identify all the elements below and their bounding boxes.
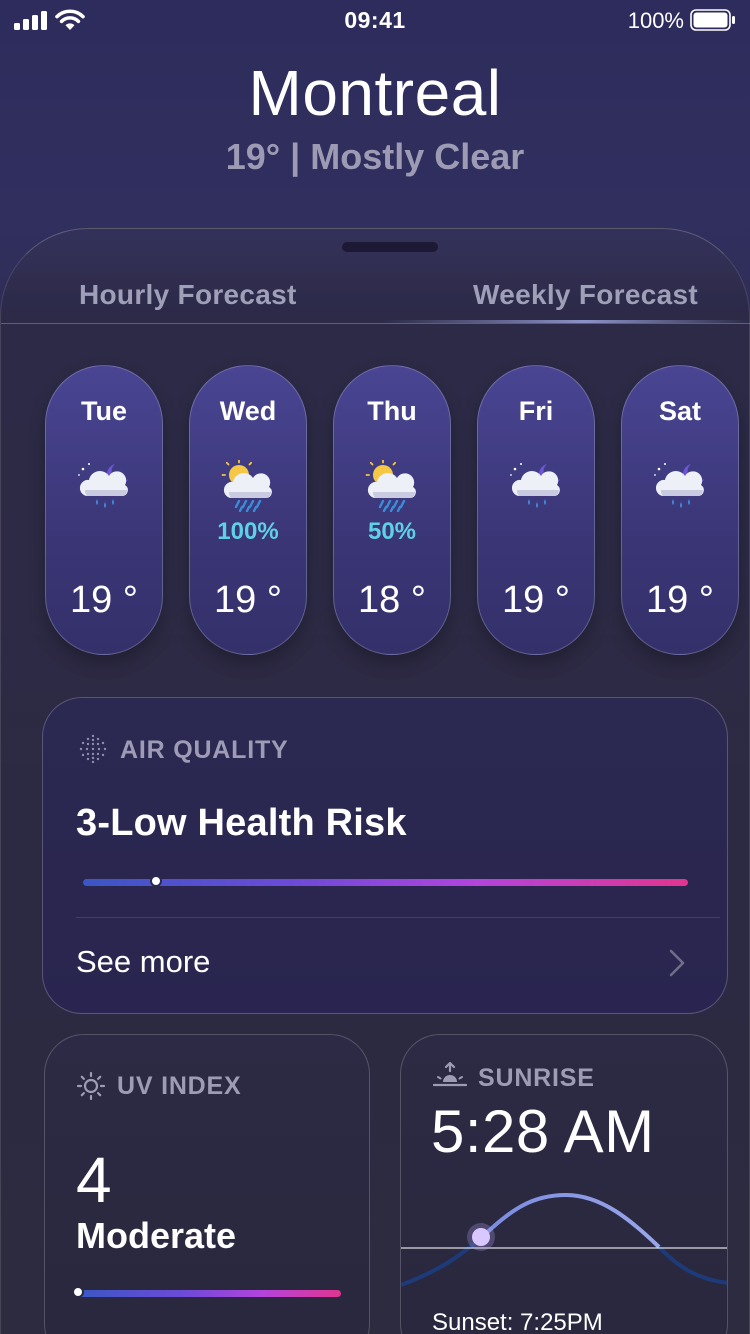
day-pill-sat[interactable]: Sat 19 ° — [621, 365, 739, 655]
sunset-time: Sunset: 7:25PM — [432, 1309, 603, 1334]
status-bar: 09:41 100% — [0, 0, 750, 40]
battery-percent: 100% — [627, 8, 684, 33]
air-quality-icon — [79, 734, 107, 764]
sun-icon — [76, 1071, 106, 1101]
battery-icon — [690, 9, 735, 31]
air-quality-scale-bar — [83, 879, 688, 886]
air-quality-card[interactable]: AIR QUALITY 3-Low Health Risk See more — [42, 697, 728, 1014]
moon-cloud-rain-icon — [78, 463, 128, 508]
tab-divider — [1, 323, 750, 324]
uv-index-card[interactable]: UV INDEX 4 Moderate — [44, 1034, 370, 1334]
day-temperature: 19 ° — [645, 579, 715, 621]
air-quality-label: AIR QUALITY — [120, 736, 289, 764]
chevron-right-icon[interactable] — [668, 948, 686, 978]
day-name: Fri — [518, 396, 554, 426]
current-conditions: 19° | Mostly Clear — [225, 136, 525, 177]
day-temperature: 19 ° — [501, 579, 571, 621]
day-pill-wed[interactable]: Wed 100% 19 ° — [189, 365, 307, 655]
day-temperature: 19 ° — [69, 579, 139, 621]
day-pill-fri[interactable]: Fri 19 ° — [477, 365, 595, 655]
sunrise-icon — [433, 1062, 467, 1087]
uv-index-value: 4 — [76, 1144, 112, 1216]
sunrise-label: SUNRISE — [478, 1064, 595, 1092]
divider — [76, 917, 720, 918]
day-name: Thu — [367, 396, 417, 426]
sunrise-time: 5:28 AM — [431, 1098, 655, 1165]
day-pill-thu[interactable]: Thu 50% 18 ° — [333, 365, 451, 655]
moon-cloud-rain-icon — [654, 463, 704, 508]
sun-cloud-heavy-rain-icon — [221, 460, 272, 512]
day-name: Tue — [81, 396, 127, 426]
air-quality-value: 3-Low Health Risk — [76, 802, 407, 844]
tab-hourly-forecast[interactable]: Hourly Forecast — [79, 279, 297, 311]
day-pill-tue[interactable]: Tue 19 ° — [45, 365, 163, 655]
moon-cloud-rain-icon — [510, 463, 560, 508]
day-name: Sat — [658, 396, 702, 426]
uv-index-label: UV INDEX — [117, 1072, 242, 1100]
city-name: Montreal — [248, 57, 502, 129]
uv-indicator — [72, 1286, 84, 1298]
air-quality-indicator — [149, 875, 162, 887]
uv-scale-bar — [78, 1290, 341, 1297]
day-name: Wed — [219, 396, 277, 426]
see-more-link[interactable]: See more — [76, 944, 210, 980]
precip-chance: 100% — [217, 518, 279, 545]
sunrise-card[interactable]: SUNRISE 5:28 AM Sunset: 7:25PM — [400, 1034, 728, 1334]
uv-index-description: Moderate — [76, 1215, 237, 1256]
sheet-drag-handle[interactable] — [342, 242, 438, 252]
sun-path-graph — [401, 1192, 727, 1287]
sun-cloud-heavy-rain-icon — [365, 460, 416, 512]
precip-chance: 50% — [367, 518, 417, 545]
day-temperature: 19 ° — [213, 579, 283, 621]
day-temperature: 18 ° — [357, 579, 427, 621]
active-tab-indicator — [381, 320, 750, 323]
tab-weekly-forecast[interactable]: Weekly Forecast — [473, 279, 698, 311]
